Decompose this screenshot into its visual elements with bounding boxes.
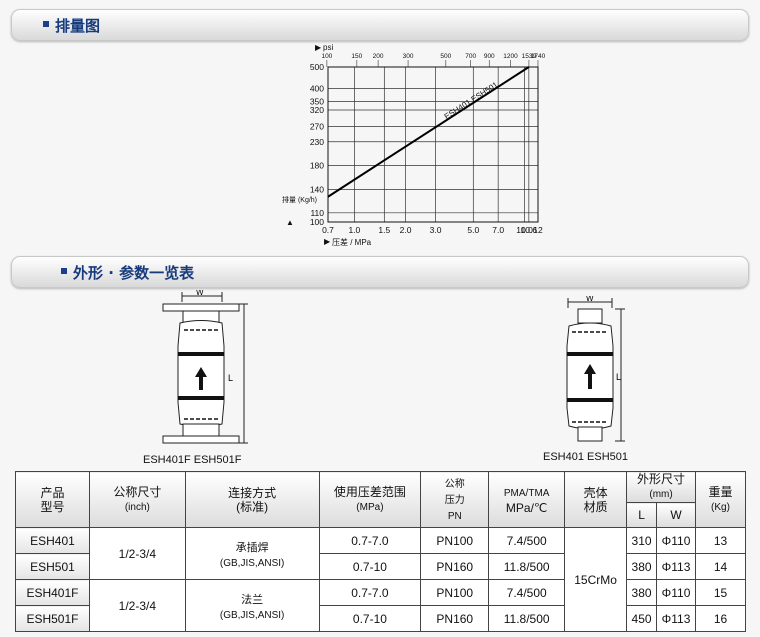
pn-cell: PN100 <box>420 579 490 606</box>
connection-cell: 法兰 (GB,JIS,ANSI) <box>184 579 320 632</box>
pn-cell: PN160 <box>420 605 490 632</box>
x-top-tick-label: 1200 <box>503 53 518 60</box>
y-axis-arrow-icon: ▲ <box>286 218 294 227</box>
w-cell: Φ110 <box>656 579 696 606</box>
pma-cell: 11.8/500 <box>488 605 566 632</box>
y-axis-label: 排量 (Kg/h) <box>282 195 317 204</box>
header-weight: 重量 (Kg) <box>695 471 746 528</box>
flanged-models-label: ESH401F ESH501F <box>143 454 242 466</box>
x-top-tick-label: 1740 <box>531 53 546 60</box>
model-cell: ESH401 <box>15 527 90 554</box>
w-cell: Φ113 <box>656 605 696 632</box>
chart-section-title: 排量图 <box>55 17 101 35</box>
y-tick-label: 230 <box>310 137 324 147</box>
model-cell: ESH401F <box>15 579 90 606</box>
x-top-tick-label: 300 <box>403 53 414 60</box>
dim-w-label: W <box>586 296 594 303</box>
x-top-ticks: 100 150 200 300 500 700 900 1200 15391740 <box>321 53 546 67</box>
bullet-square-icon <box>43 21 49 27</box>
dim-l-label: L <box>616 372 621 382</box>
header-connection: 连接方式 (标准) <box>184 471 320 528</box>
l-cell: 380 <box>626 579 658 606</box>
x-top-tick-label: 900 <box>484 53 495 60</box>
weight-cell: 14 <box>695 553 746 580</box>
header-dims: 外形尺寸(mm) <box>626 471 696 503</box>
x-bottom-arrow-icon: ▶ <box>324 237 331 246</box>
y-tick-label: 500 <box>310 62 324 72</box>
plot-frame <box>327 66 539 223</box>
chart-section-header: 排量图 <box>11 9 749 41</box>
pma-cell: 7.4/500 <box>488 527 566 554</box>
l-cell: 310 <box>626 527 658 554</box>
y-tick-label: 320 <box>310 105 324 115</box>
pma-cell: 11.8/500 <box>488 553 566 580</box>
header-pressure: 使用压差范围 (MPa) <box>318 471 422 528</box>
model-cell: ESH501F <box>15 605 90 632</box>
weight-cell: 16 <box>695 605 746 632</box>
bullet-square-icon <box>61 268 67 274</box>
series-line <box>327 66 530 198</box>
header-dim-w: W <box>656 502 696 528</box>
header-model: 产品 型号 <box>15 471 90 528</box>
welded-models-label: ESH401 ESH501 <box>543 451 628 463</box>
size-cell: 1/2-3/4 <box>88 579 186 632</box>
x-tick-label: 12 <box>533 225 543 235</box>
dim-l-label: L <box>228 373 233 383</box>
model-cell: ESH501 <box>15 553 90 580</box>
x-top-tick-label: 700 <box>465 53 476 60</box>
table-row: ESH401 1/2-3/4 承插焊 (GB,JIS,ANSI) 0.7-7.0 … <box>15 527 746 632</box>
welded-trap-drawing: W L <box>566 296 625 442</box>
range-cell: 0.7-7.0 <box>318 527 422 554</box>
flanged-trap-drawing: W L <box>162 290 248 444</box>
pn-cell: PN160 <box>420 553 490 580</box>
dim-w-label: W <box>196 290 204 297</box>
x-axis-label: 压差 / MPa <box>332 237 372 247</box>
range-cell: 0.7-7.0 <box>318 579 422 606</box>
x-top-tick-label: 500 <box>440 53 451 60</box>
series-label: ESH401 ESH501 <box>443 80 500 121</box>
x-top-arrow-icon: ▶ <box>315 43 322 52</box>
header-size: 公称尺寸 (inch) <box>88 471 186 528</box>
x-top-tick-label: 150 <box>351 53 362 60</box>
dims-section-title: 外形 · 参数一览表 <box>73 264 195 282</box>
chart-series: ESH401 ESH501 <box>327 66 530 198</box>
x-top-tick-label: 100 <box>321 53 332 60</box>
dims-section-header: 外形 · 参数一览表 <box>11 256 749 288</box>
material-cell: 15CrMo <box>564 527 628 632</box>
x-tick-label: 3.0 <box>430 225 442 235</box>
pn-cell: PN100 <box>420 527 490 554</box>
range-cell: 0.7-10 <box>318 553 422 580</box>
x-tick-label: 5.0 <box>467 225 479 235</box>
x-tick-label: 1.0 <box>348 225 360 235</box>
x-tick-label: 1.5 <box>378 225 390 235</box>
x-bottom-ticks: 0.7 1.0 1.5 2.0 3.0 5.0 7.0 10.010.612 <box>322 225 543 235</box>
header-pn: 公称 压力 PN <box>420 471 490 528</box>
range-cell: 0.7-10 <box>318 605 422 632</box>
header-pma: PMA/TMA MPa/℃ <box>488 471 566 528</box>
chart-grid <box>327 66 539 223</box>
y-tick-label: 100 <box>310 217 324 227</box>
w-cell: Φ113 <box>656 553 696 580</box>
l-cell: 450 <box>626 605 658 632</box>
x-tick-label: 7.0 <box>492 225 504 235</box>
connection-cell: 承插焊 (GB,JIS,ANSI) <box>184 527 320 580</box>
pma-cell: 7.4/500 <box>488 579 566 606</box>
w-cell: Φ110 <box>656 527 696 554</box>
weight-cell: 15 <box>695 579 746 606</box>
header-dim-l: L <box>626 502 658 528</box>
l-cell: 380 <box>626 553 658 580</box>
y-tick-label: 180 <box>310 160 324 170</box>
size-cell: 1/2-3/4 <box>88 527 186 580</box>
y-tick-label: 140 <box>310 185 324 195</box>
y-tick-label: 400 <box>310 83 324 93</box>
table-row: ESH401F 1/2-3/4 法兰 (GB,JIS,ANSI) 0.7-7.0 … <box>15 579 746 632</box>
header-body: 壳体 材质 <box>564 471 628 528</box>
x-top-unit-label: psi <box>323 43 333 52</box>
y-tick-label: 270 <box>310 121 324 131</box>
x-tick-label: 2.0 <box>400 225 412 235</box>
weight-cell: 13 <box>695 527 746 554</box>
x-top-tick-label: 200 <box>373 53 384 60</box>
spec-table: 产品 型号 公称尺寸 (inch) 连接方式 (标准) 使用压差范围 (MPa) 公称压… <box>15 471 746 632</box>
displacement-chart: 100 150 200 300 500 700 900 1200 15391740 0.7 1.0… <box>282 43 546 247</box>
